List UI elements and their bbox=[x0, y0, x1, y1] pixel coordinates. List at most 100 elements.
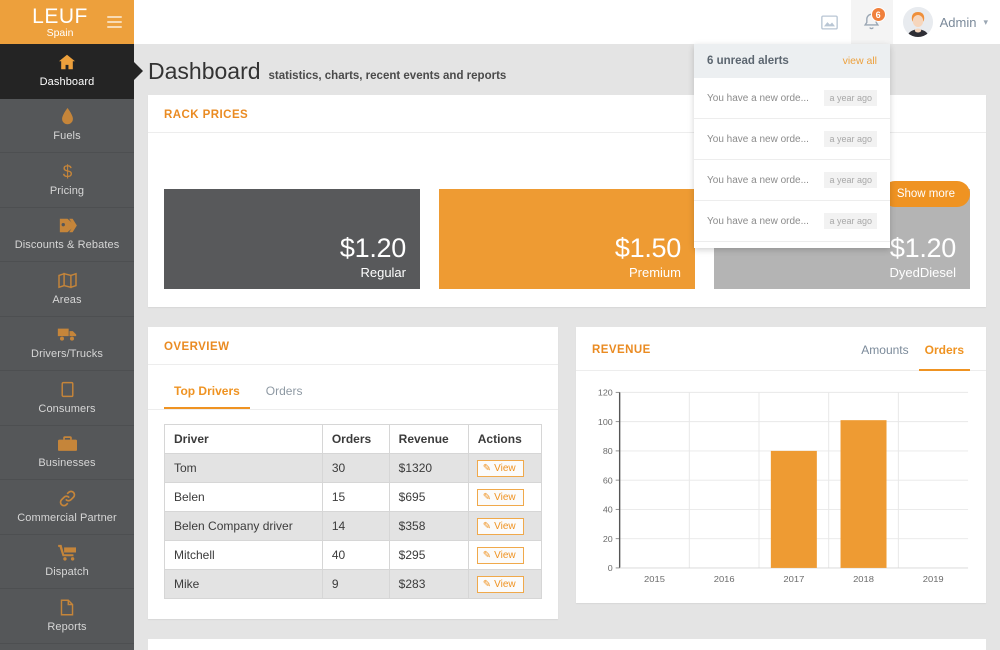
cell-revenue: $295 bbox=[388, 540, 469, 570]
table-row: Mitchell 40 $295 ✎ View bbox=[164, 540, 543, 570]
tab-amounts[interactable]: Amounts bbox=[855, 341, 914, 371]
cell-actions: ✎ View bbox=[467, 569, 543, 599]
pencil-icon: ✎ bbox=[482, 520, 492, 532]
notification-text: You have a new orde... bbox=[707, 133, 809, 145]
sidebar-item-discounts-rebates[interactable]: Discounts & Rebates bbox=[0, 208, 134, 262]
cell-actions: ✎ View bbox=[467, 482, 543, 512]
table-body: Tom 30 $1320 ✎ View Belen 15 $695 ✎ View… bbox=[164, 453, 543, 599]
view-button[interactable]: ✎ View bbox=[476, 546, 524, 564]
notification-item[interactable]: You have a new orde... a year ago bbox=[694, 201, 890, 242]
overview-header: OVERVIEW bbox=[148, 327, 558, 365]
notification-item[interactable]: You have a new orde... a year ago bbox=[694, 242, 890, 248]
price-label: Regular bbox=[360, 265, 406, 280]
table-head: Driver Orders Revenue Actions bbox=[164, 424, 543, 454]
cell-orders: 14 bbox=[321, 511, 390, 541]
notification-badge: 6 bbox=[870, 7, 886, 22]
notification-time: a year ago bbox=[824, 90, 877, 106]
svg-text:2015: 2015 bbox=[644, 575, 665, 584]
notification-text: You have a new orde... bbox=[707, 174, 809, 186]
sidebar-item-label: Dashboard bbox=[39, 75, 95, 88]
overview-column: OVERVIEW Top Drivers Orders Driver Order bbox=[148, 327, 558, 619]
sidebar-nav: Dashboard Fuels $ Pricing Discounts & Re… bbox=[0, 44, 134, 644]
tab-orders[interactable]: Orders bbox=[918, 341, 970, 371]
map-icon bbox=[57, 272, 77, 289]
sidebar-item-label: Businesses bbox=[38, 457, 96, 470]
brand-header: LEUF Spain bbox=[0, 0, 134, 44]
cell-driver: Mike bbox=[164, 569, 323, 599]
sidebar-item-pricing[interactable]: $ Pricing bbox=[0, 153, 134, 208]
overview-panel: OVERVIEW Top Drivers Orders Driver Order bbox=[148, 327, 558, 619]
user-name-label: Admin bbox=[939, 14, 977, 30]
sidebar-item-label: Drivers/Trucks bbox=[31, 348, 103, 361]
svg-text:0: 0 bbox=[608, 563, 613, 572]
sidebar-item-label: Reports bbox=[47, 620, 87, 633]
price-card-premium[interactable]: $1.50 Premium bbox=[439, 189, 695, 289]
notification-text: You have a new orde... bbox=[707, 215, 809, 227]
overview-title: OVERVIEW bbox=[164, 341, 230, 353]
notification-time: a year ago bbox=[824, 131, 877, 147]
sidebar-item-businesses[interactable]: Businesses bbox=[0, 426, 134, 480]
sidebar-item-dashboard[interactable]: Dashboard bbox=[0, 44, 134, 99]
sidebar-item-label: Consumers bbox=[38, 402, 96, 415]
view-button-label: View bbox=[494, 491, 516, 503]
sidebar-item-areas[interactable]: Areas bbox=[0, 262, 134, 317]
view-all-link[interactable]: view all bbox=[843, 55, 877, 67]
sidebar-item-reports[interactable]: Reports bbox=[0, 589, 134, 644]
rack-prices-title: RACK PRICES bbox=[164, 109, 249, 121]
view-button[interactable]: ✎ View bbox=[476, 459, 524, 477]
sidebar-item-fuels[interactable]: Fuels bbox=[0, 99, 134, 153]
tab-top-drivers[interactable]: Top Drivers bbox=[164, 377, 250, 409]
tab-orders[interactable]: Orders bbox=[256, 377, 313, 409]
tablet-icon bbox=[60, 381, 74, 398]
notification-time: a year ago bbox=[824, 213, 877, 229]
svg-text:20: 20 bbox=[603, 534, 613, 543]
cell-orders: 40 bbox=[321, 540, 390, 570]
cell-orders: 15 bbox=[321, 482, 390, 512]
revenue-tabs: Amounts Orders bbox=[855, 341, 970, 371]
table-row: Mike 9 $283 ✎ View bbox=[164, 569, 543, 599]
notification-item[interactable]: You have a new orde... a year ago bbox=[694, 78, 890, 119]
notifications-bell-button[interactable]: 6 bbox=[850, 0, 893, 44]
dollar-icon: $ bbox=[61, 163, 74, 181]
table-row: Tom 30 $1320 ✎ View bbox=[164, 453, 543, 483]
dashboard-app: LEUF Spain Dashboard Fuels $ Pricing Dis… bbox=[0, 0, 1000, 650]
cell-revenue: $695 bbox=[388, 482, 469, 512]
sidebar-item-dispatch[interactable]: Dispatch bbox=[0, 535, 134, 589]
file-icon bbox=[60, 599, 74, 616]
view-button[interactable]: ✎ View bbox=[476, 575, 524, 593]
cell-driver: Tom bbox=[164, 453, 323, 483]
view-button[interactable]: ✎ View bbox=[476, 517, 524, 535]
briefcase-icon bbox=[57, 435, 77, 452]
sidebar-item-consumers[interactable]: Consumers bbox=[0, 371, 134, 426]
sidebar-item-label: Discounts & Rebates bbox=[14, 239, 120, 252]
svg-text:40: 40 bbox=[603, 505, 613, 514]
sidebar-item-label: Areas bbox=[52, 293, 82, 306]
notification-item[interactable]: You have a new orde... a year ago bbox=[694, 160, 890, 201]
sidebar-item-commercial-partner[interactable]: Commercial Partner bbox=[0, 480, 134, 535]
price-card-regular[interactable]: $1.20 Regular bbox=[164, 189, 420, 289]
pencil-icon: ✎ bbox=[482, 578, 492, 590]
svg-text:60: 60 bbox=[603, 476, 613, 485]
view-button[interactable]: ✎ View bbox=[476, 488, 524, 506]
price-value: $1.50 bbox=[614, 233, 681, 263]
cart-icon bbox=[57, 544, 77, 561]
user-menu[interactable]: Admin ▾ bbox=[902, 7, 988, 37]
tag-icon bbox=[58, 217, 77, 234]
notification-item[interactable]: You have a new orde... a year ago bbox=[694, 119, 890, 160]
show-more-button[interactable]: Show more bbox=[881, 181, 970, 207]
sidebar: LEUF Spain Dashboard Fuels $ Pricing Dis… bbox=[0, 0, 134, 650]
cell-driver: Belen Company driver bbox=[164, 511, 323, 541]
picture-icon[interactable] bbox=[809, 0, 851, 44]
cell-orders: 30 bbox=[321, 453, 390, 483]
cell-driver: Belen bbox=[164, 482, 323, 512]
sidebar-item-drivers-trucks[interactable]: Drivers/Trucks bbox=[0, 317, 134, 371]
home-icon bbox=[58, 54, 76, 71]
svg-text:100: 100 bbox=[598, 417, 613, 426]
sidebar-item-label: Commercial Partner bbox=[17, 511, 117, 524]
svg-text:2019: 2019 bbox=[923, 575, 944, 584]
brand-text: LEUF Spain bbox=[32, 6, 102, 39]
page-title: Dashboard bbox=[148, 58, 261, 84]
hamburger-menu-icon[interactable] bbox=[107, 13, 122, 31]
chevron-down-icon: ▾ bbox=[983, 16, 988, 27]
sidebar-item-label: Dispatch bbox=[45, 566, 89, 579]
